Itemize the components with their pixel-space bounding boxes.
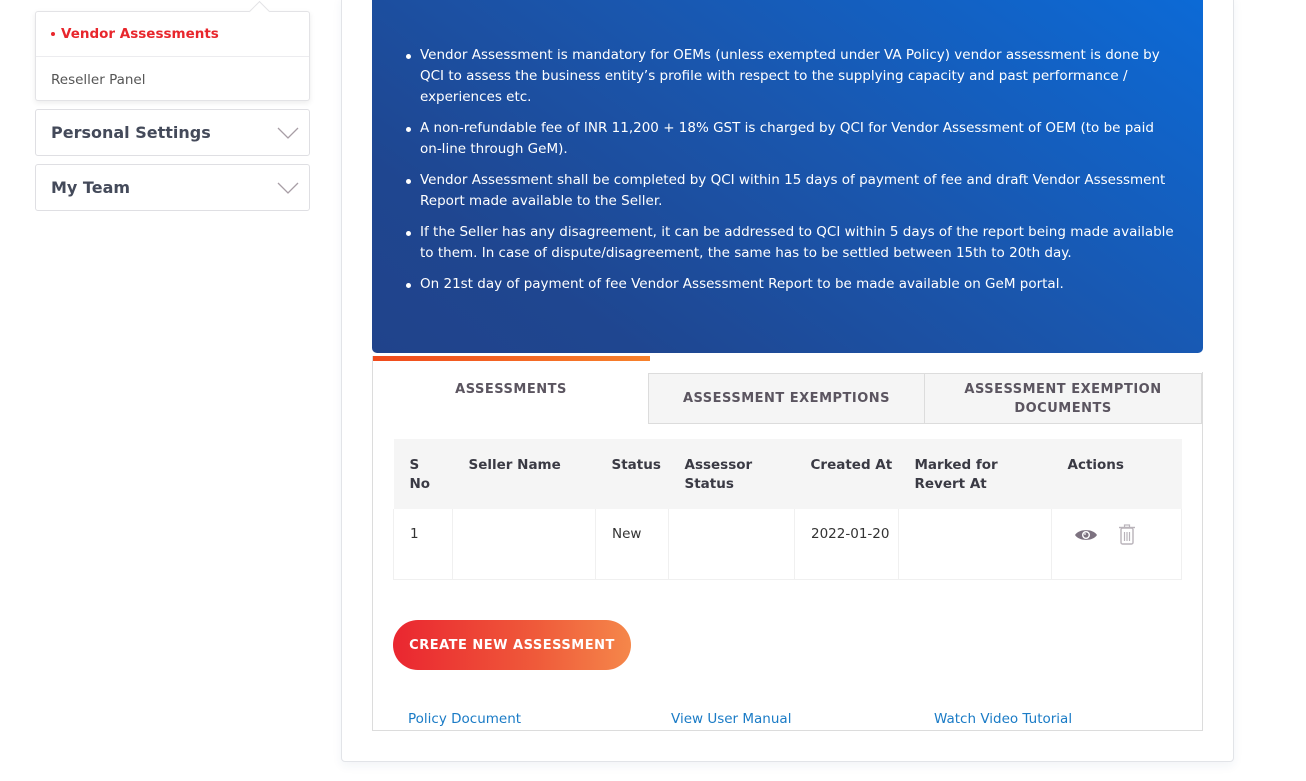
cell-s-no: 1 xyxy=(393,509,453,580)
assessments-table: S No Seller Name Status Assessor Status … xyxy=(393,439,1182,580)
active-tab-indicator xyxy=(373,356,650,361)
watch-video-tutorial-link[interactable]: Watch Video Tutorial xyxy=(934,711,1072,727)
chevron-down-icon xyxy=(277,182,299,194)
info-bullet: On 21st day of payment of fee Vendor Ass… xyxy=(404,274,1174,295)
submenu-item-label: Reseller Panel xyxy=(51,71,146,88)
cell-marked-for-revert-at xyxy=(898,509,1052,580)
tab-assessment-exemption-documents[interactable]: ASSESSMENT EXEMPTION DOCUMENTS xyxy=(924,373,1202,424)
chevron-down-icon xyxy=(277,127,299,139)
vendor-submenu: Vendor Assessments Reseller Panel xyxy=(35,11,310,101)
tab-label: ASSESSMENTS xyxy=(455,381,567,397)
table-header-row: S No Seller Name Status Assessor Status … xyxy=(393,439,1182,509)
accordion-label: My Team xyxy=(51,178,131,197)
table-row: 1 New 2022-01-20 xyxy=(393,509,1182,580)
column-header-marked-for-revert-at: Marked for Revert At xyxy=(898,439,1052,509)
eye-icon[interactable] xyxy=(1074,527,1098,543)
accordion-label: Personal Settings xyxy=(51,123,211,142)
create-new-assessment-button[interactable]: CREATE NEW ASSESSMENT xyxy=(393,620,631,670)
column-header-s-no: S No xyxy=(393,439,453,509)
trash-icon[interactable] xyxy=(1118,524,1136,546)
info-bullet: Vendor Assessment shall be completed by … xyxy=(404,170,1174,212)
info-bullet: If the Seller has any disagreement, it c… xyxy=(404,222,1174,264)
submenu-item-vendor-assessments[interactable]: Vendor Assessments xyxy=(36,12,309,57)
accordion-my-team[interactable]: My Team xyxy=(35,164,310,211)
info-list: Vendor Assessment is mandatory for OEMs … xyxy=(404,45,1174,305)
tab-label: ASSESSMENT EXEMPTIONS xyxy=(682,391,891,406)
info-banner: Vendor Assessment is mandatory for OEMs … xyxy=(372,0,1203,353)
cell-assessor-status xyxy=(668,509,795,580)
column-header-status: Status xyxy=(595,439,669,509)
info-bullet: A non-refundable fee of INR 11,200 + 18%… xyxy=(404,118,1174,160)
tab-assessments[interactable]: ASSESSMENTS xyxy=(372,356,650,424)
accordion-personal-settings[interactable]: Personal Settings xyxy=(35,109,310,156)
column-header-created-at: Created At xyxy=(794,439,899,509)
cell-status: New xyxy=(595,509,669,580)
cell-created-at: 2022-01-20 xyxy=(794,509,899,580)
column-header-actions: Actions xyxy=(1051,439,1182,509)
info-bullet: Vendor Assessment is mandatory for OEMs … xyxy=(404,45,1174,108)
policy-document-link[interactable]: Policy Document xyxy=(408,711,521,727)
view-user-manual-link[interactable]: View User Manual xyxy=(671,711,791,727)
cell-actions xyxy=(1051,509,1182,580)
tab-label: ASSESSMENT EXEMPTION DOCUMENTS xyxy=(964,381,1162,416)
tab-assessment-exemptions[interactable]: ASSESSMENT EXEMPTIONS xyxy=(648,373,925,424)
column-header-seller-name: Seller Name xyxy=(452,439,596,509)
submenu-item-reseller-panel[interactable]: Reseller Panel xyxy=(36,57,309,102)
cell-seller-name xyxy=(452,509,596,580)
column-header-assessor-status: Assessor Status xyxy=(668,439,795,509)
submenu-item-label: Vendor Assessments xyxy=(61,26,219,42)
active-dot-icon xyxy=(51,32,55,36)
